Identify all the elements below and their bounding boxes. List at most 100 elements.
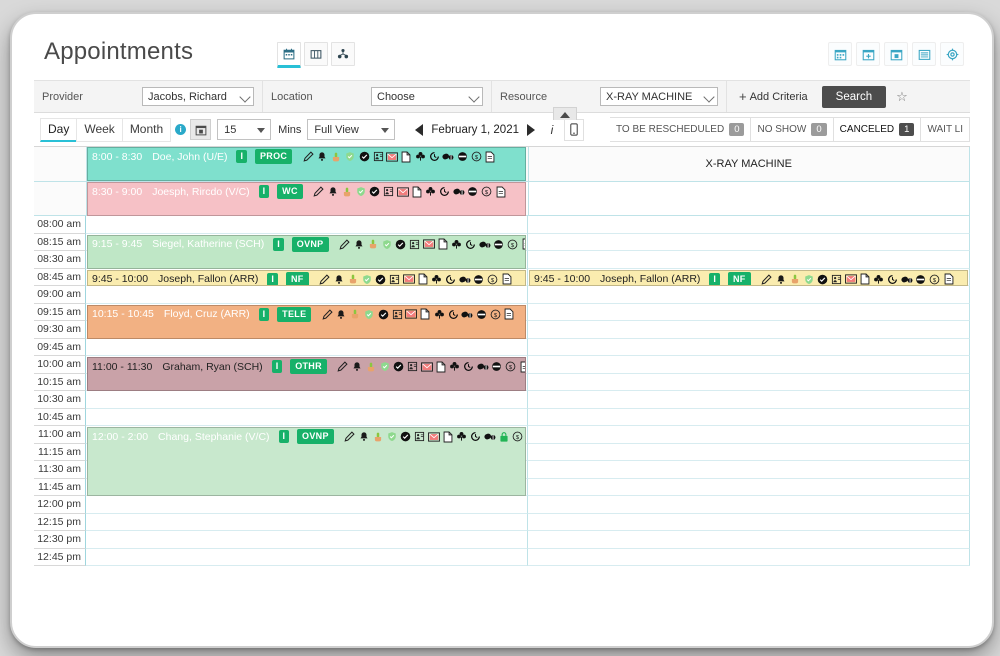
clock-icon[interactable] <box>447 308 459 320</box>
dollar-icon[interactable]: $ <box>505 361 517 373</box>
appointment-flag-badge[interactable]: I <box>273 237 284 251</box>
half-circle-icon[interactable] <box>473 273 485 285</box>
bell-icon[interactable] <box>333 273 345 285</box>
card-icon[interactable] <box>414 431 426 443</box>
appointment-type-badge[interactable]: PROC <box>255 149 293 164</box>
view-toggle-calendar[interactable] <box>277 42 301 68</box>
bell-icon[interactable] <box>351 361 363 373</box>
card-icon[interactable] <box>409 238 421 250</box>
time-slot-cell[interactable] <box>528 251 970 269</box>
dollar-icon[interactable]: $ <box>512 431 524 443</box>
appointment-block[interactable]: 9:15 - 9:45 Siegel, Katherine (SCH) I OVNP $ <box>87 234 526 269</box>
hand-icon[interactable] <box>789 273 801 285</box>
gear-icon[interactable] <box>940 42 964 66</box>
next-arrow-icon[interactable] <box>527 123 535 136</box>
appointment-flag-badge[interactable]: I <box>258 185 270 198</box>
clock-icon[interactable] <box>428 151 440 163</box>
time-slot-cell[interactable] <box>528 461 970 479</box>
document-icon[interactable] <box>437 238 449 250</box>
shield-icon[interactable] <box>379 361 391 373</box>
appointment-type-badge[interactable]: OTHR <box>290 359 327 374</box>
appointment-flag-badge[interactable]: I <box>709 272 720 286</box>
collapse-panel-handle[interactable] <box>553 107 577 120</box>
appointment-type-badge[interactable]: OVNP <box>297 429 334 444</box>
file-icon[interactable] <box>503 308 515 320</box>
card-icon[interactable] <box>389 273 401 285</box>
pencil-icon[interactable] <box>344 431 356 443</box>
pill-icon[interactable] <box>453 186 465 198</box>
time-slot-cell[interactable] <box>86 216 528 234</box>
card-icon[interactable] <box>831 273 843 285</box>
appointment-block[interactable]: 10:15 - 10:45 Floyd, Cruz (ARR) I TELE $ <box>87 304 526 339</box>
file-icon[interactable] <box>495 186 507 198</box>
time-slot-cell[interactable] <box>528 321 970 339</box>
time-slot-cell[interactable] <box>86 513 528 531</box>
appointment-block[interactable]: 8:30 - 9:00 Joesph, Rircdo (V/C) I WC $ <box>87 182 526 216</box>
mail-icon[interactable] <box>386 151 399 163</box>
clover-icon[interactable] <box>425 186 437 198</box>
check-circle-icon[interactable] <box>358 151 370 163</box>
card-icon[interactable] <box>383 186 395 198</box>
mail-icon[interactable] <box>405 308 418 320</box>
status-to-be-rescheduled[interactable]: TO BE RESCHEDULED 0 <box>610 117 752 142</box>
phone-icon[interactable] <box>564 118 584 141</box>
hand-icon[interactable] <box>367 238 379 250</box>
file-icon[interactable] <box>501 273 513 285</box>
shield-icon[interactable] <box>803 273 815 285</box>
card-icon[interactable] <box>372 151 384 163</box>
check-circle-icon[interactable] <box>369 186 381 198</box>
time-slot-cell[interactable] <box>528 356 970 374</box>
pencil-icon[interactable] <box>302 151 314 163</box>
provider-select[interactable]: Jacobs, Richard <box>142 87 254 106</box>
clover-icon[interactable] <box>449 361 461 373</box>
pencil-icon[interactable] <box>761 273 773 285</box>
time-slot-cell[interactable] <box>86 286 528 304</box>
mail-icon[interactable] <box>420 361 433 373</box>
document-icon[interactable] <box>419 308 431 320</box>
time-slot-cell[interactable] <box>528 426 970 444</box>
check-circle-icon[interactable] <box>400 431 412 443</box>
appointment-type-badge[interactable]: TELE <box>277 306 312 322</box>
bell-icon[interactable] <box>775 273 787 285</box>
dollar-icon[interactable]: $ <box>487 273 499 285</box>
time-slot-cell[interactable] <box>528 513 970 531</box>
status-wait-list[interactable]: WAIT LI <box>920 117 970 142</box>
shield-icon[interactable] <box>355 186 367 198</box>
appointment-block[interactable]: 11:00 - 11:30 Graham, Ryan (SCH) I OTHR $ <box>87 357 526 391</box>
view-toggle-group[interactable] <box>331 42 355 66</box>
time-slot-cell[interactable] <box>528 303 970 321</box>
bell-icon[interactable] <box>335 308 347 320</box>
time-slot-cell[interactable] <box>528 286 970 304</box>
shield-icon[interactable] <box>363 308 375 320</box>
appointment-flag-badge[interactable]: I <box>271 360 283 373</box>
file-icon[interactable] <box>521 238 525 250</box>
time-slot-cell[interactable] <box>528 338 970 356</box>
clover-icon[interactable] <box>873 273 885 285</box>
hand-icon[interactable] <box>365 361 377 373</box>
mail-icon[interactable] <box>427 431 440 443</box>
card-icon[interactable] <box>391 308 403 320</box>
document-icon[interactable] <box>411 186 423 198</box>
file-icon[interactable] <box>519 361 525 373</box>
time-slot-cell[interactable] <box>528 443 970 461</box>
range-week[interactable]: Week <box>76 117 122 142</box>
status-canceled[interactable]: CANCELED 1 <box>832 117 922 142</box>
time-slot-cell[interactable] <box>528 216 970 234</box>
list-icon[interactable] <box>912 42 936 66</box>
view-toggle-group[interactable] <box>277 42 358 68</box>
half-circle-icon[interactable] <box>493 238 505 250</box>
file-icon[interactable] <box>484 151 496 163</box>
clock-icon[interactable] <box>463 361 475 373</box>
search-button[interactable]: Search <box>821 85 887 108</box>
clover-icon[interactable] <box>456 431 468 443</box>
clock-icon[interactable] <box>465 238 477 250</box>
status-no-show[interactable]: NO SHOW 0 <box>750 117 834 142</box>
clock-icon[interactable] <box>445 273 457 285</box>
pill-icon[interactable] <box>900 273 913 285</box>
pill-icon[interactable] <box>461 308 473 320</box>
range-selector[interactable]: Day Week Month <box>40 117 172 142</box>
appointment-block[interactable]: 9:45 - 10:00 Joseph, Fallon (ARR) I NF $ <box>529 269 968 286</box>
pill-icon[interactable] <box>458 273 471 285</box>
view-toggle-grid[interactable] <box>304 42 328 66</box>
pill-icon[interactable] <box>484 431 496 443</box>
